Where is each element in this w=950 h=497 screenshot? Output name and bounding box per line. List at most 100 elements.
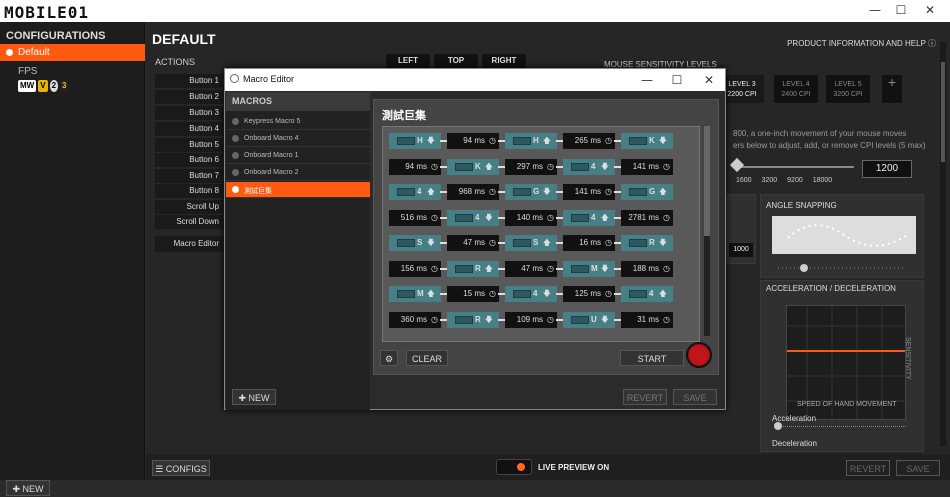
macro-key-block[interactable]: 4 🡅 [563,209,615,226]
start-button[interactable]: START [620,350,684,366]
macro-key-block[interactable]: R 🡇 [621,235,673,251]
macro-key-block[interactable]: R 🡇 [447,311,499,328]
macro-delay-block[interactable]: 94 ms ◷ [389,158,441,175]
polling-value[interactable]: 1000 [729,243,753,257]
macro-delay-block[interactable]: 47 ms ◷ [505,260,557,277]
action-scroll-up[interactable]: Scroll Up [155,200,223,214]
scroll-thumb[interactable] [941,62,945,162]
macro-maximize-button[interactable]: ☐ [669,73,685,87]
action-button-3[interactable]: Button 3 [155,106,223,120]
macro-key-block[interactable]: R 🡅 [447,260,499,277]
configs-button[interactable]: ☰ CONFIGS [152,460,210,476]
acceleration-slider[interactable] [774,422,906,432]
record-button-icon[interactable] [686,342,712,368]
sequence-scrollbar[interactable] [704,126,710,336]
macro-delay-block[interactable]: 2781 ms ◷ [621,209,673,226]
macro-delay-block[interactable]: 47 ms ◷ [447,235,499,251]
macro-item-keypress-5[interactable]: Keypress Macro 5 [226,114,370,130]
macro-delay-block[interactable]: 140 ms ◷ [505,209,557,226]
game-badge-mw-icon[interactable]: MW [18,80,37,92]
game-badge-2-icon[interactable]: 2 [49,80,59,92]
macro-key-block[interactable]: 4 🡇 [505,286,557,302]
macro-key-block[interactable]: H 🡇 [389,133,441,149]
macro-delay-block[interactable]: 31 ms ◷ [621,311,673,328]
action-button-7[interactable]: Button 7 [155,169,223,183]
macro-close-button[interactable]: ✕ [701,73,717,87]
macro-delay-block[interactable]: 16 ms ◷ [563,235,615,251]
level-5-tab[interactable]: LEVEL 5 3200 CPI [826,75,870,103]
macro-delay-block[interactable]: 360 ms ◷ [389,311,441,328]
macro-key-block[interactable]: S 🡇 [389,235,441,251]
macro-delay-block[interactable]: 156 ms ◷ [389,260,441,277]
settings-gear-icon[interactable]: ⚙ [380,350,398,366]
cpi-slider-handle[interactable] [729,157,745,173]
macro-delay-block[interactable]: 968 ms ◷ [447,184,499,200]
macro-delay-block[interactable]: 141 ms ◷ [621,158,673,175]
macro-delay-block[interactable]: 125 ms ◷ [563,286,615,302]
game-badge-3-icon[interactable]: 3 [60,80,69,92]
macro-delay-block[interactable]: 109 ms ◷ [505,311,557,328]
macro-key-block[interactable]: 4 🡅 [621,286,673,302]
tab-top[interactable]: TOP [434,54,478,68]
macro-delay-block[interactable]: 516 ms ◷ [389,209,441,226]
add-level-button[interactable]: + [882,75,902,103]
angle-snapping-slider[interactable] [774,263,906,273]
clear-button[interactable]: CLEAR [406,350,448,366]
macro-item-selected[interactable]: 測試巨集 [226,182,370,198]
macro-delay-block[interactable]: 15 ms ◷ [447,286,499,302]
game-badge-v-icon[interactable]: V [38,80,48,92]
scroll-thumb[interactable] [704,126,710,236]
macro-revert-button[interactable]: REVERT [623,389,667,405]
macro-save-button[interactable]: SAVE [673,389,717,405]
minimize-button[interactable]: — [867,3,883,17]
main-scrollbar[interactable] [940,42,946,446]
product-info-link[interactable]: PRODUCT INFORMATION AND HELP ⓘ [787,38,936,49]
macro-minimize-button[interactable]: — [639,73,655,87]
close-button[interactable]: ✕ [922,3,938,17]
macro-key-block[interactable]: 4 🡇 [447,209,499,226]
macro-key-block[interactable]: M 🡇 [563,260,615,277]
new-config-button[interactable]: ✚ NEW [6,480,50,496]
action-button-8[interactable]: Button 8 [155,184,223,198]
macro-delay-block[interactable]: 141 ms ◷ [563,184,615,200]
macro-delay-block[interactable]: 188 ms ◷ [621,260,673,277]
tab-left[interactable]: LEFT [386,54,430,68]
new-macro-button[interactable]: ✚ NEW [232,389,276,405]
macro-delay-block[interactable]: 297 ms ◷ [505,158,557,175]
action-button-4[interactable]: Button 4 [155,122,223,136]
macro-key-block[interactable]: K 🡇 [621,133,673,149]
maximize-button[interactable]: ☐ [893,3,909,17]
macro-item-onboard-2[interactable]: Onboard Macro 2 [226,165,370,181]
macro-key-block[interactable]: M 🡅 [389,286,441,302]
accel-slider-handle[interactable] [774,422,782,430]
tab-right[interactable]: RIGHT [482,54,526,68]
action-button-2[interactable]: Button 2 [155,90,223,104]
config-item-default[interactable]: Default [0,44,145,61]
macro-delay-block[interactable]: 94 ms ◷ [447,133,499,149]
save-button[interactable]: SAVE [896,460,940,476]
macro-editor-button[interactable]: Macro Editor [155,236,223,252]
live-preview-toggle[interactable] [496,459,532,475]
macro-item-onboard-4[interactable]: Onboard Macro 4 [226,131,370,147]
macro-key-block[interactable]: 4 🡇 [563,158,615,175]
action-button-5[interactable]: Button 5 [155,138,223,152]
action-button-6[interactable]: Button 6 [155,153,223,167]
macro-key-block[interactable]: U 🡇 [563,311,615,328]
level-4-tab[interactable]: LEVEL 4 2400 CPI [774,75,818,103]
macro-key-block[interactable]: H 🡅 [505,133,557,149]
macro-key-block[interactable]: G 🡇 [505,184,557,200]
cpi-slider-track[interactable] [734,166,854,168]
macro-key-block[interactable]: K 🡅 [447,158,499,175]
macro-key-block[interactable]: 4 🡅 [389,184,441,200]
action-button-1[interactable]: Button 1 [155,74,223,88]
macro-key-block[interactable]: S 🡅 [505,235,557,251]
macro-item-onboard-1[interactable]: Onboard Macro 1 [226,148,370,164]
macro-name[interactable]: 測試巨集 [382,107,426,123]
macro-key-block[interactable]: G 🡅 [621,184,673,200]
action-scroll-down[interactable]: Scroll Down [155,215,223,229]
cpi-value-input[interactable]: 1200 [862,160,912,178]
sens-text-line: ers below to adjust, add, or remove CPI … [733,141,926,150]
revert-button[interactable]: REVERT [846,460,890,476]
level-3-tab[interactable]: LEVEL 3 2200 CPI [720,75,764,103]
macro-delay-block[interactable]: 265 ms ◷ [563,133,615,149]
